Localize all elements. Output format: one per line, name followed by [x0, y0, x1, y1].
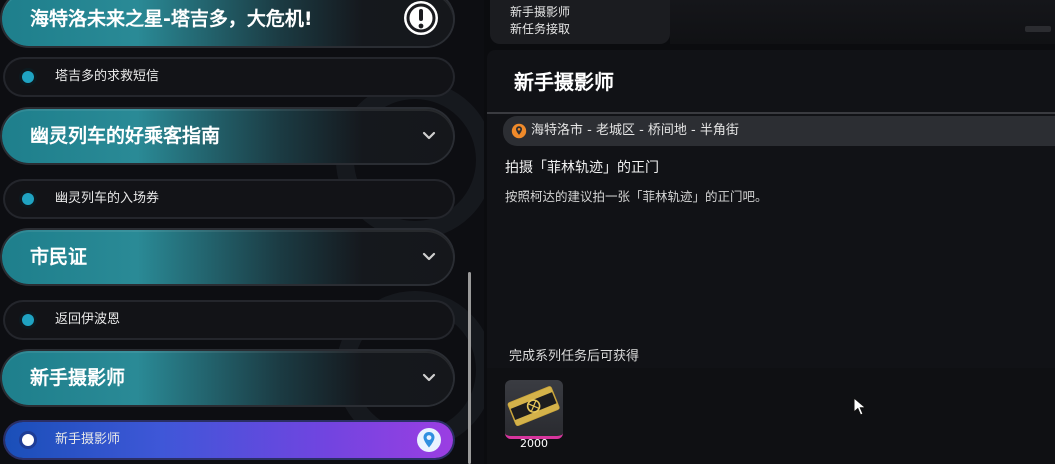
reward-item[interactable] — [505, 380, 563, 439]
quest-item[interactable]: 返回伊波恩 — [5, 302, 453, 338]
notice-status: 新任务接取 — [510, 22, 571, 36]
new-task-notice: 新手摄影师 新任务接取 — [490, 0, 670, 44]
scrollbar[interactable] — [468, 272, 471, 464]
objective-description: 按照柯达的建议拍一张「菲林轨迹」的正门吧。 — [505, 189, 768, 204]
quest-item[interactable]: 幽灵列车的入场券 — [5, 181, 453, 217]
exclamation-icon[interactable] — [404, 1, 438, 35]
map-pin-icon[interactable] — [417, 428, 441, 452]
top-bar-marker — [1025, 26, 1051, 32]
dot-icon — [22, 193, 34, 205]
quest-group-label: 新手摄影师 — [30, 367, 126, 389]
quest-item[interactable]: 塔吉多的求救短信 — [5, 59, 453, 95]
quest-list-panel: 海特洛未来之星-塔吉多，大危机! 塔吉多的求救短信 幽灵列车的好乘客指南 幽灵列… — [0, 0, 484, 464]
rewards-title: 完成系列任务后可获得 — [509, 349, 640, 364]
reward-count: 2000 — [520, 437, 548, 450]
quest-group-top[interactable]: 海特洛未来之星-塔吉多，大危机! — [2, 0, 453, 46]
quest-item-label: 塔吉多的求救短信 — [55, 69, 160, 84]
notice-task-name: 新手摄影师 — [510, 5, 571, 19]
dot-icon — [22, 434, 34, 446]
quest-group-label: 海特洛未来之星-塔吉多，大危机! — [30, 8, 313, 30]
quest-group[interactable]: 新手摄影师 — [2, 351, 453, 405]
quest-item-selected[interactable]: 新手摄影师 — [5, 422, 453, 458]
location-path: 海特洛市 - 老城区 - 桥间地 - 半角街 — [531, 123, 739, 138]
quest-item-label: 返回伊波恩 — [55, 312, 121, 327]
dot-icon — [22, 314, 34, 326]
mouse-cursor-icon — [853, 397, 867, 416]
quest-item-label: 新手摄影师 — [55, 432, 121, 447]
quest-group[interactable]: 幽灵列车的好乘客指南 — [2, 109, 453, 163]
quest-group-label: 市民证 — [30, 246, 88, 268]
film-ticket-icon — [507, 386, 560, 426]
quest-detail-panel: 新手摄影师 海特洛市 - 老城区 - 桥间地 - 半角街 拍摄「菲林轨迹」的正门… — [487, 50, 1055, 464]
top-bar — [670, 0, 1055, 44]
objective-title: 拍摄「菲林轨迹」的正门 — [505, 160, 659, 176]
quest-group[interactable]: 市民证 — [2, 230, 453, 284]
location-bar[interactable]: 海特洛市 - 老城区 - 桥间地 - 半角街 — [503, 116, 1055, 146]
rewards-area — [487, 368, 1055, 464]
quest-title: 新手摄影师 — [514, 70, 614, 94]
dot-icon — [22, 71, 34, 83]
quest-group-label: 幽灵列车的好乘客指南 — [30, 125, 221, 147]
divider — [487, 112, 1055, 114]
chevron-down-icon — [422, 131, 436, 140]
chevron-down-icon — [422, 373, 436, 382]
location-pin-icon — [511, 123, 527, 139]
chevron-down-icon — [422, 252, 436, 261]
quest-item-label: 幽灵列车的入场券 — [55, 191, 160, 206]
